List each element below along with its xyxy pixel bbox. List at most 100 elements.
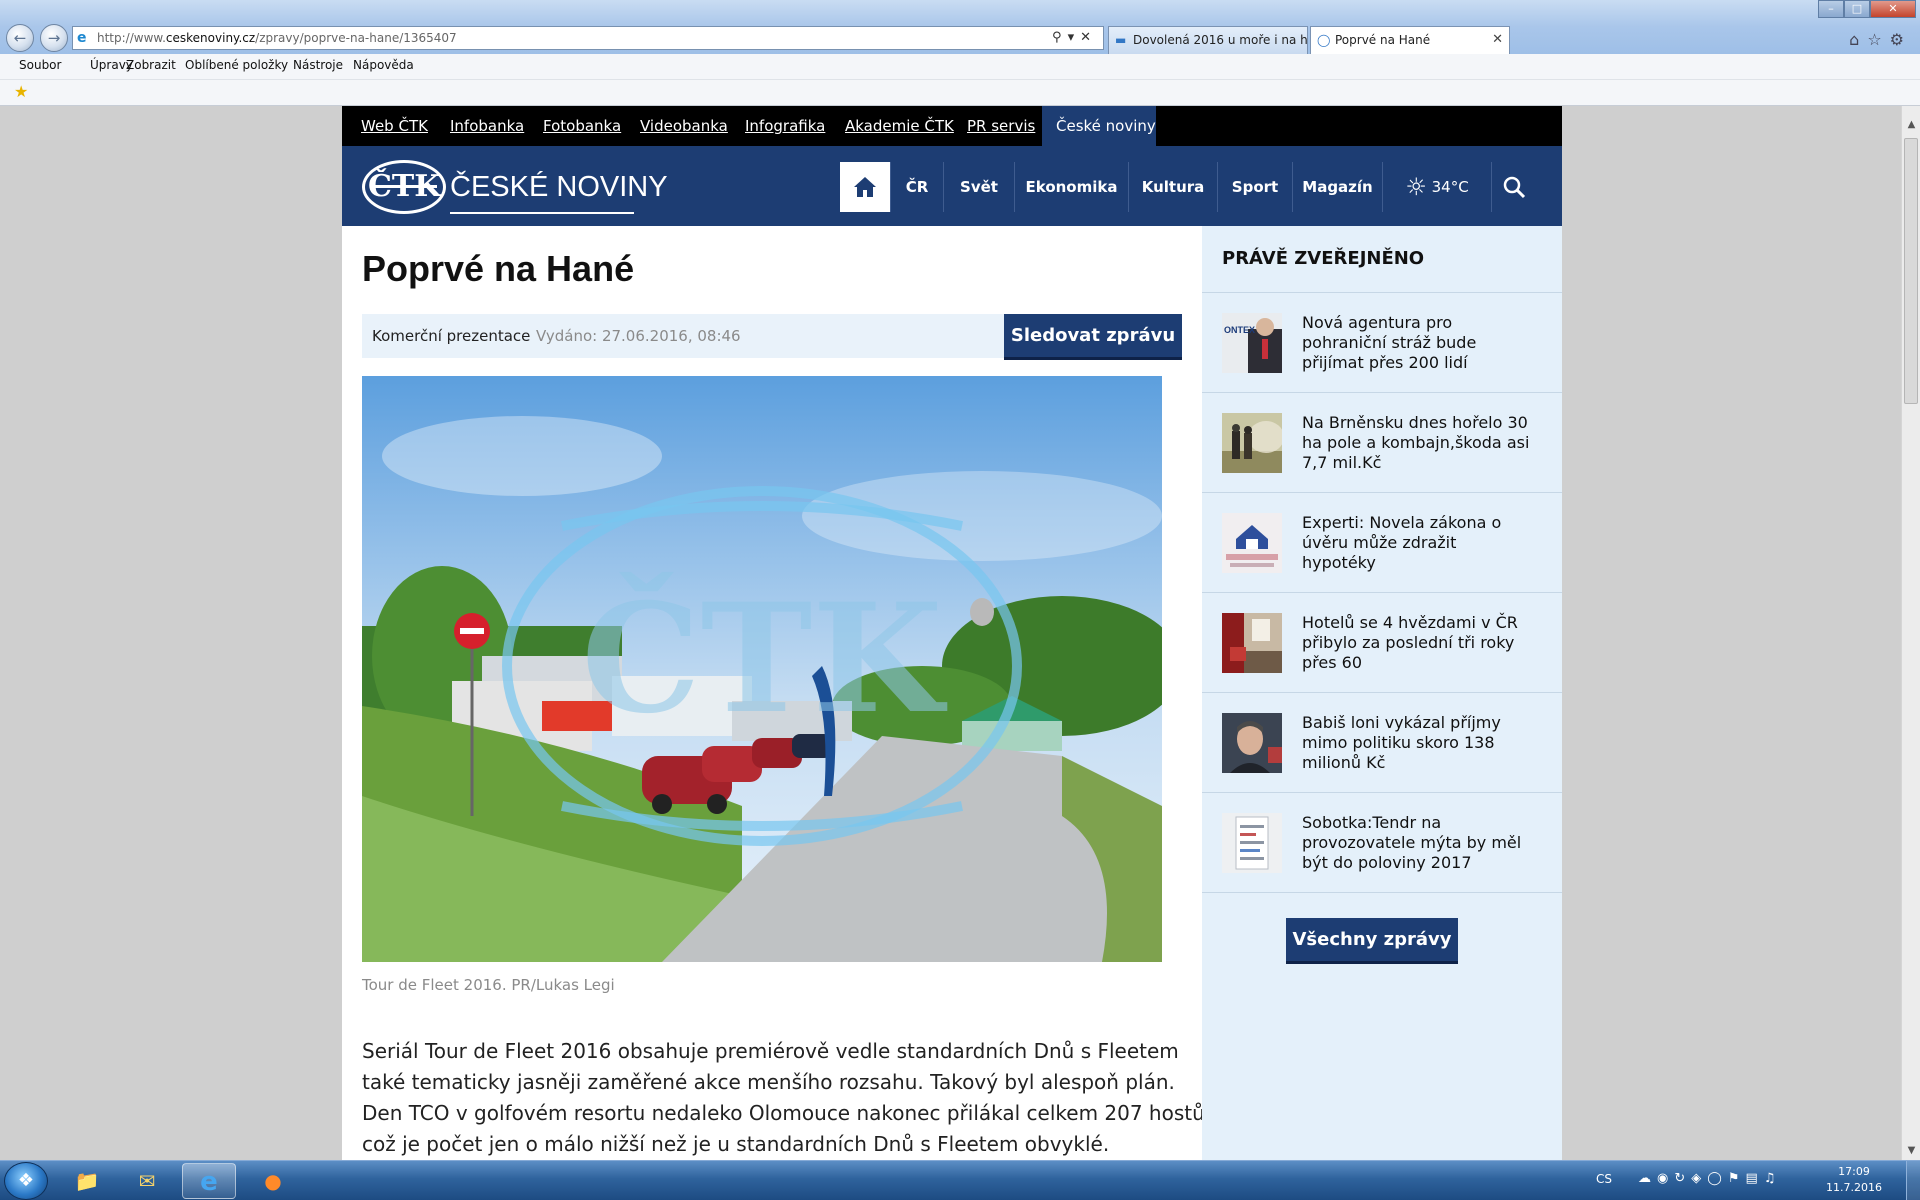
add-favorite-icon[interactable]: ★ (14, 82, 28, 101)
window-controls: – □ ✕ (1818, 0, 1916, 18)
news-title: Hotelů se 4 hvězdami v ČR přibylo za pos… (1302, 613, 1518, 672)
article-category: Komerční prezentace (372, 327, 531, 345)
settings-gear-icon[interactable]: ⚙ (1890, 30, 1912, 49)
update-icon[interactable]: ◯ (1707, 1171, 1728, 1186)
nav-kultura[interactable]: Kultura (1129, 162, 1217, 212)
back-button[interactable]: ← (6, 24, 34, 52)
tab-dovolena[interactable]: ▬ Dovolená 2016 u moře i na hor... (1108, 26, 1308, 54)
news-item[interactable]: Babiš loni vykázal příjmy mimo politiku … (1202, 692, 1562, 792)
tab-title: Poprvé na Hané (1335, 33, 1431, 47)
stop-icon[interactable]: ✕ (1080, 30, 1097, 45)
loading-icon: ◯ (1317, 33, 1331, 47)
taskbar-internet-explorer[interactable]: e (182, 1163, 236, 1199)
logo-abbr: ČTK (368, 169, 441, 204)
ie-icon: e (200, 1167, 218, 1197)
sync-icon[interactable]: ↻ (1674, 1171, 1691, 1186)
menu-napoveda[interactable]: Nápověda (353, 58, 414, 72)
forward-button[interactable]: → (40, 24, 68, 52)
nav-home[interactable] (840, 162, 890, 212)
taskbar-firefox[interactable]: ● (246, 1163, 300, 1199)
flag-icon[interactable]: ⚑ (1728, 1171, 1746, 1186)
browser-tools: ⌂☆⚙ (1849, 30, 1912, 49)
menu-oblibene[interactable]: Oblíbené položky (185, 58, 288, 72)
scroll-down-icon[interactable]: ▼ (1902, 1141, 1920, 1160)
weather-temp: 34°C (1431, 178, 1469, 196)
article-meta-bar: Komerční prezentace Vydáno: 27.06.2016, … (362, 314, 1182, 360)
top-link-infografika[interactable]: Infografika (745, 117, 825, 135)
body-line: což je počet jen o málo nižší než je u s… (362, 1132, 1110, 1156)
language-indicator[interactable]: CS (1596, 1172, 1612, 1186)
menu-zobrazit[interactable]: Zobrazit (126, 58, 176, 72)
article-photo[interactable]: ČTK (362, 376, 1162, 962)
all-news-button[interactable]: Všechny zprávy (1286, 918, 1458, 964)
top-link-pr-servis[interactable]: PR servis (967, 117, 1035, 135)
site-container: Web ČTK Infobanka Fotobanka Videobanka I… (342, 106, 1562, 1160)
nav-svet[interactable]: Svět (944, 162, 1014, 212)
logo-name: ČESKÉ NOVINY (450, 171, 668, 203)
nav-sport[interactable]: Sport (1218, 162, 1292, 212)
tray-icons: ☁◉↻◈◯⚑▤♫ (1638, 1171, 1781, 1186)
page-scrollbar[interactable]: ▲ ▼ (1901, 106, 1920, 1160)
news-title: Experti: Novela zákona o úvěru může zdra… (1302, 513, 1502, 572)
news-item[interactable]: Experti: Novela zákona o úvěru může zdra… (1202, 492, 1562, 592)
scroll-up-icon[interactable]: ▲ (1902, 115, 1920, 134)
nav-cr[interactable]: ČR (891, 162, 943, 212)
favorites-star-icon[interactable]: ☆ (1867, 30, 1889, 49)
search-icon (1503, 176, 1526, 199)
tab-title: Dovolená 2016 u moře i na hor... (1133, 33, 1308, 47)
windows-taskbar: ❖ 📁 ✉ e ● CS ☁◉↻◈◯⚑▤♫ 17:09 11.7.2016 (0, 1160, 1920, 1200)
folder-icon: 📁 (74, 1169, 100, 1193)
network-icon[interactable]: ▤ (1745, 1171, 1763, 1186)
clock-time: 17:09 (1838, 1165, 1870, 1178)
volume-icon[interactable]: ♫ (1764, 1171, 1782, 1186)
taskbar-explorer[interactable]: 📁 (60, 1163, 114, 1199)
start-button[interactable]: ❖ (4, 1162, 48, 1200)
close-window-button[interactable]: ✕ (1870, 0, 1916, 18)
maximize-button[interactable]: □ (1844, 0, 1870, 18)
menu-soubor[interactable]: Soubor (19, 58, 61, 72)
arrow-right-icon: → (47, 29, 61, 47)
news-item[interactable]: Sobotka:Tendr na provozovatele mýta by m… (1202, 792, 1562, 892)
site-logo[interactable]: ČTK ČESKÉ NOVINY (362, 160, 668, 214)
news-thumb (1222, 413, 1282, 473)
minimize-button[interactable]: – (1818, 0, 1844, 18)
taskbar-mail[interactable]: ✉ (120, 1163, 174, 1199)
nav-magazin[interactable]: Magazín (1293, 162, 1382, 212)
nav-ekonomika[interactable]: Ekonomika (1015, 162, 1128, 212)
tab-close-icon[interactable]: ✕ (1492, 27, 1503, 53)
sidebar-divider (1202, 892, 1562, 893)
system-clock[interactable]: 17:09 11.7.2016 (1824, 1164, 1884, 1196)
body-line: také tematicky jasněji zaměřené akce men… (362, 1070, 1175, 1094)
home-icon[interactable]: ⌂ (1849, 30, 1867, 49)
firefox-icon: ● (264, 1169, 282, 1193)
nav-search-button[interactable] (1492, 162, 1536, 212)
tab-poprve-na-hane[interactable]: ◯ Poprvé na Hané ✕ (1310, 26, 1510, 54)
news-item[interactable]: Na Brněnsku dnes hořelo 30 ha pole a kom… (1202, 392, 1562, 492)
follow-article-button[interactable]: Sledovat zprávu (1004, 314, 1182, 360)
dropdown-icon[interactable]: ▾ (1068, 30, 1081, 45)
address-url[interactable]: http://www.ceskenoviny.cz/zpravy/poprve-… (97, 27, 457, 49)
show-desktop-button[interactable] (1906, 1161, 1920, 1200)
news-item[interactable]: ONTEX Nová agentura pro pohraniční stráž… (1202, 292, 1562, 392)
shield-icon[interactable]: ◈ (1691, 1171, 1707, 1186)
cloud-icon[interactable]: ☁ (1638, 1171, 1657, 1186)
scroll-thumb[interactable] (1904, 138, 1918, 404)
address-bar[interactable]: e http://www.ceskenoviny.cz/zpravy/poprv… (72, 26, 1104, 50)
search-icon[interactable]: ⚲ (1052, 30, 1068, 45)
sun-icon: ☼ (1405, 173, 1427, 201)
news-thumb: ONTEX (1222, 313, 1282, 373)
news-title: Babiš loni vykázal příjmy mimo politiku … (1302, 713, 1501, 772)
news-item[interactable]: Hotelů se 4 hvězdami v ČR přibylo za pos… (1202, 592, 1562, 692)
home-icon (854, 177, 876, 197)
ctk-top-strip: Web ČTK Infobanka Fotobanka Videobanka I… (342, 106, 1562, 146)
security-icon[interactable]: ◉ (1657, 1171, 1674, 1186)
top-link-akademie[interactable]: Akademie ČTK (845, 117, 954, 135)
top-link-web-ctk[interactable]: Web ČTK (361, 117, 428, 135)
top-link-infobanka[interactable]: Infobanka (450, 117, 524, 135)
top-link-ceske-noviny[interactable]: České noviny (1042, 106, 1156, 146)
menu-nastroje[interactable]: Nástroje (293, 58, 343, 72)
top-link-videobanka[interactable]: Videobanka (640, 117, 728, 135)
weather-widget[interactable]: ☼ 34°C (1383, 162, 1491, 212)
logo-underline (450, 212, 634, 214)
top-link-fotobanka[interactable]: Fotobanka (543, 117, 621, 135)
